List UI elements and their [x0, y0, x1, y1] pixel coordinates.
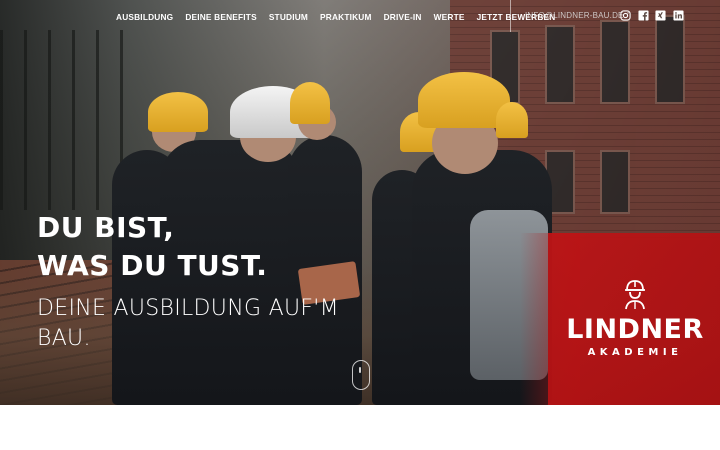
instagram-icon[interactable]: [620, 10, 631, 21]
xing-icon[interactable]: [655, 10, 666, 21]
facebook-icon[interactable]: [638, 10, 649, 21]
logo-subtitle: AKADEMIE: [587, 347, 683, 358]
hero-subheadline-line-1: DEINE AUSBILDUNG AUF'M: [37, 296, 339, 321]
hero-headline-line-2: WAS DU TUST.: [37, 249, 268, 282]
nav-item-praktikum[interactable]: PRAKTIKUM: [320, 12, 372, 22]
hero-subheadline-line-2: BAU.: [37, 326, 91, 351]
scroll-down-indicator[interactable]: [352, 360, 370, 390]
content-area-below-hero: [0, 405, 720, 450]
linkedin-icon[interactable]: [673, 10, 684, 21]
helmet-yellow: [148, 92, 208, 132]
worker-helmet-icon: [625, 280, 645, 310]
nav-item-werte[interactable]: WERTE: [434, 12, 465, 22]
scroll-wheel-dot: [359, 367, 361, 373]
helmet-yellow: [290, 82, 330, 124]
main-navigation: AUSBILDUNG DEINE BENEFITS STUDIUM PRAKTI…: [116, 11, 567, 23]
lindner-akademie-logo[interactable]: LINDNER AKADEMIE: [560, 278, 710, 358]
nav-item-ausbildung[interactable]: AUSBILDUNG: [116, 12, 173, 22]
nav-item-studium[interactable]: STUDIUM: [269, 12, 308, 22]
hero-headline-line-1: DU BIST,: [37, 211, 175, 244]
helmet-yellow: [496, 102, 528, 138]
logo-title: LINDNER: [566, 314, 704, 345]
email-link[interactable]: INFO@LINDNER-BAU.DE: [525, 11, 624, 20]
nav-item-drive-in[interactable]: DRIVE-IN: [384, 12, 422, 22]
nav-item-benefits[interactable]: DEINE BENEFITS: [185, 12, 257, 22]
nav-divider: [510, 0, 511, 32]
